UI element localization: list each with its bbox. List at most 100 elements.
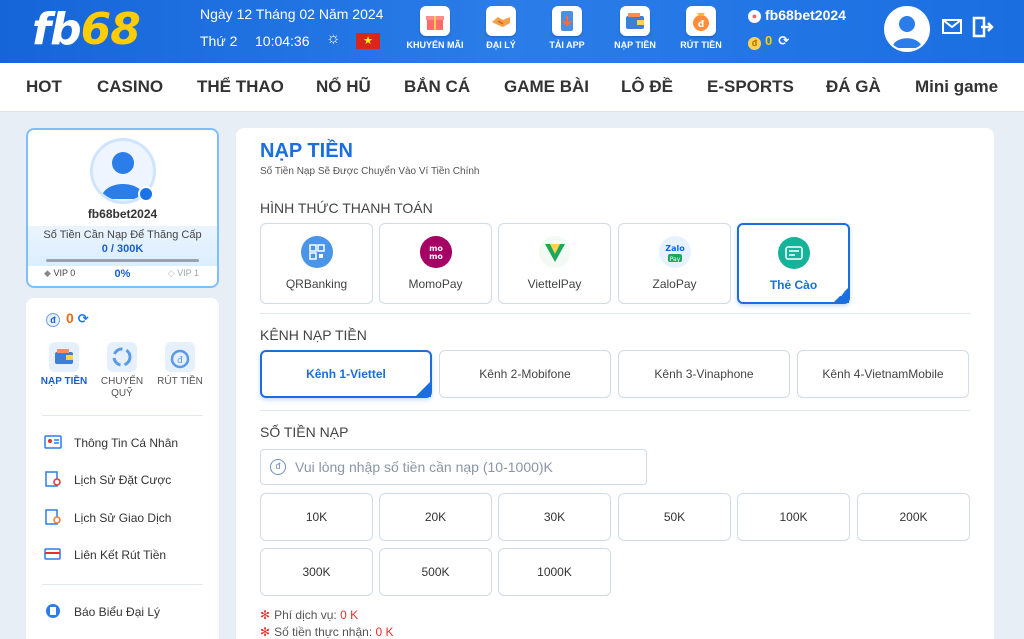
refresh-balance-icon[interactable]: ⟳ xyxy=(778,33,789,48)
scratch-card-icon xyxy=(777,237,810,269)
quick-withdraw[interactable]: đ RÚT TIỀN xyxy=(150,342,210,388)
amount-option[interactable]: 100K xyxy=(737,493,850,541)
method-zalopay[interactable]: Zalo Pay ZaloPay xyxy=(618,223,731,304)
download-app-icon xyxy=(552,6,582,36)
logout-icon[interactable] xyxy=(972,16,994,43)
channel-vietnammobile[interactable]: Kênh 4-VietnamMobile xyxy=(797,350,969,398)
menu-item-fishing[interactable]: BẮN CÁ xyxy=(404,77,470,97)
section-divider xyxy=(260,410,970,411)
momo-icon: mo mo xyxy=(419,236,452,268)
bank-card-icon xyxy=(44,548,61,560)
sidebar-item-label: Lịch Sử Đặt Cược xyxy=(74,473,172,487)
edit-avatar-icon[interactable] xyxy=(138,186,154,202)
nav-agency[interactable]: ĐẠI LÝ xyxy=(466,6,536,50)
menu-item-casino[interactable]: CASINO xyxy=(97,77,163,97)
method-viettelpay[interactable]: ViettelPay xyxy=(498,223,611,304)
deposit-panel: NẠP TIỀN Số Tiền Nạp Sẽ Được Chuyển Vào … xyxy=(236,128,994,639)
amount-option[interactable]: 200K xyxy=(857,493,970,541)
method-label: ZaloPay xyxy=(652,277,697,291)
menu-item-hot[interactable]: HOT xyxy=(26,77,62,97)
asterisk-icon: ✻ xyxy=(260,625,271,639)
sidebar-item-agency-report[interactable]: Báo Biểu Đại Lý xyxy=(44,603,160,621)
nav-promotions-label: KHUYẾN MÃI xyxy=(406,40,464,50)
channel-viettel[interactable]: Kênh 1-Viettel xyxy=(260,350,432,428)
money-bag-icon: đ xyxy=(165,342,195,372)
vip-next: ◇ VIP 1 xyxy=(168,268,199,279)
method-qrbanking[interactable]: QRBanking xyxy=(260,223,373,304)
quick-withdraw-label: RÚT TIỀN xyxy=(157,376,203,387)
menu-item-card-games[interactable]: GAME BÀI xyxy=(504,77,589,97)
account-sidebar: đ 0 ⟳ NẠP TIỀN CHUYỂN QUỸ đ RÚT TIỀN Thông… xyxy=(26,298,219,639)
method-scratch-card[interactable]: Thẻ Cào xyxy=(737,223,850,304)
vietnam-flag-icon[interactable]: ★ xyxy=(356,33,380,49)
menu-item-sports[interactable]: THỂ THAO xyxy=(197,77,284,97)
channel-label: Kênh 1-Viettel xyxy=(306,367,386,381)
amount-input[interactable] xyxy=(260,449,647,485)
sidebar-divider xyxy=(42,584,203,585)
current-date: Ngày 12 Tháng 02 Năm 2024 xyxy=(200,6,384,22)
nav-promotions[interactable]: KHUYẾN MÃI xyxy=(400,6,470,50)
nav-withdraw-label: RÚT TIỀN xyxy=(680,40,722,50)
received-amount: ✻ Số tiền thực nhận: 0 K xyxy=(260,625,394,639)
amount-option[interactable]: 10K xyxy=(260,493,373,541)
method-label: ViettelPay xyxy=(527,277,582,291)
header-username[interactable]: ● fb68bet2024 xyxy=(748,7,846,23)
amount-option[interactable]: 30K xyxy=(498,493,611,541)
quick-transfer-label: CHUYỂN QUỸ xyxy=(100,376,144,399)
svg-text:Zalo: Zalo xyxy=(665,244,685,253)
svg-text:Pay: Pay xyxy=(669,256,680,263)
dong-coin-icon: đ xyxy=(270,459,286,475)
channel-mobifone[interactable]: Kênh 2-Mobifone xyxy=(439,350,611,398)
logo-text-fb: fb xyxy=(32,4,82,55)
amount-option[interactable]: 50K xyxy=(618,493,731,541)
quick-deposit[interactable]: NẠP TIỀN xyxy=(34,342,94,388)
refresh-icon[interactable]: ⟳ xyxy=(78,311,89,326)
service-fee-value: 0 K xyxy=(340,608,359,622)
nav-withdraw[interactable]: đ RÚT TIỀN xyxy=(666,6,736,50)
menu-item-lottery[interactable]: LÔ ĐỀ xyxy=(621,77,673,97)
sidebar-item-label: Liên Kết Rút Tiền xyxy=(74,548,167,562)
sidebar-item-bet-history[interactable]: Lịch Sử Đặt Cược xyxy=(44,471,171,489)
sidebar-item-personal-info[interactable]: Thông Tin Cá Nhân xyxy=(44,434,178,452)
service-fee: ✻ Phí dịch vụ: 0 K xyxy=(260,608,358,622)
channel-vinaphone[interactable]: Kênh 3-Vinaphone xyxy=(618,350,790,398)
sidebar-item-transaction-history[interactable]: Lịch Sử Giao Dịch xyxy=(44,509,171,527)
transaction-history-icon xyxy=(45,509,61,525)
method-momopay[interactable]: mo mo MomoPay xyxy=(379,223,492,304)
amount-option[interactable]: 1000K xyxy=(498,548,611,596)
channel-heading: KÊNH NẠP TIỀN xyxy=(260,327,367,343)
viettelpay-icon xyxy=(538,236,571,268)
profile-username: fb68bet2024 xyxy=(87,207,158,221)
amount-option[interactable]: 300K xyxy=(260,548,373,596)
nav-download-app[interactable]: TẢI APP xyxy=(532,6,602,50)
quick-transfer[interactable]: CHUYỂN QUỸ xyxy=(92,342,152,400)
svg-text:đ: đ xyxy=(177,356,183,366)
mail-icon[interactable] xyxy=(942,19,962,39)
sidebar-item-label: Báo Biểu Đại Lý xyxy=(74,605,161,619)
header-avatar[interactable] xyxy=(884,6,930,52)
asterisk-icon: ✻ xyxy=(260,608,271,622)
section-divider xyxy=(260,313,970,314)
diamond-outline-icon: ◇ xyxy=(167,268,175,278)
received-amount-value: 0 K xyxy=(375,625,394,639)
menu-item-esports[interactable]: E-SPORTS xyxy=(707,77,794,97)
channel-label: Kênh 3-Vinaphone xyxy=(654,367,754,381)
nav-deposit[interactable]: NẠP TIỀN xyxy=(600,6,670,50)
upgrade-value: 0 / 300K xyxy=(101,243,144,255)
menu-item-mini-game[interactable]: Mini game xyxy=(915,77,998,97)
sun-icon[interactable]: ☼ xyxy=(326,30,341,48)
site-logo[interactable]: fb68 xyxy=(32,4,141,56)
sidebar-divider xyxy=(42,415,203,416)
page-title: NẠP TIỀN xyxy=(260,140,353,162)
quick-deposit-label: NẠP TIỀN xyxy=(40,376,88,387)
upgrade-label: Số Tiền Cần Nạp Để Thăng Cấp xyxy=(43,229,202,241)
nav-deposit-label: NẠP TIỀN xyxy=(614,40,656,50)
sidebar-item-withdraw-link[interactable]: Liên Kết Rút Tiền xyxy=(44,546,166,564)
sidebar-item-label: Thông Tin Cá Nhân xyxy=(74,436,179,450)
amount-option[interactable]: 500K xyxy=(379,548,492,596)
menu-item-slots[interactable]: NỔ HŨ xyxy=(316,77,371,97)
logo-text-68: 68 xyxy=(80,4,141,55)
menu-item-cockfight[interactable]: ĐÁ GÀ xyxy=(826,77,881,97)
amount-option[interactable]: 20K xyxy=(379,493,492,541)
header-balance: đ 0 ⟳ xyxy=(748,33,789,50)
